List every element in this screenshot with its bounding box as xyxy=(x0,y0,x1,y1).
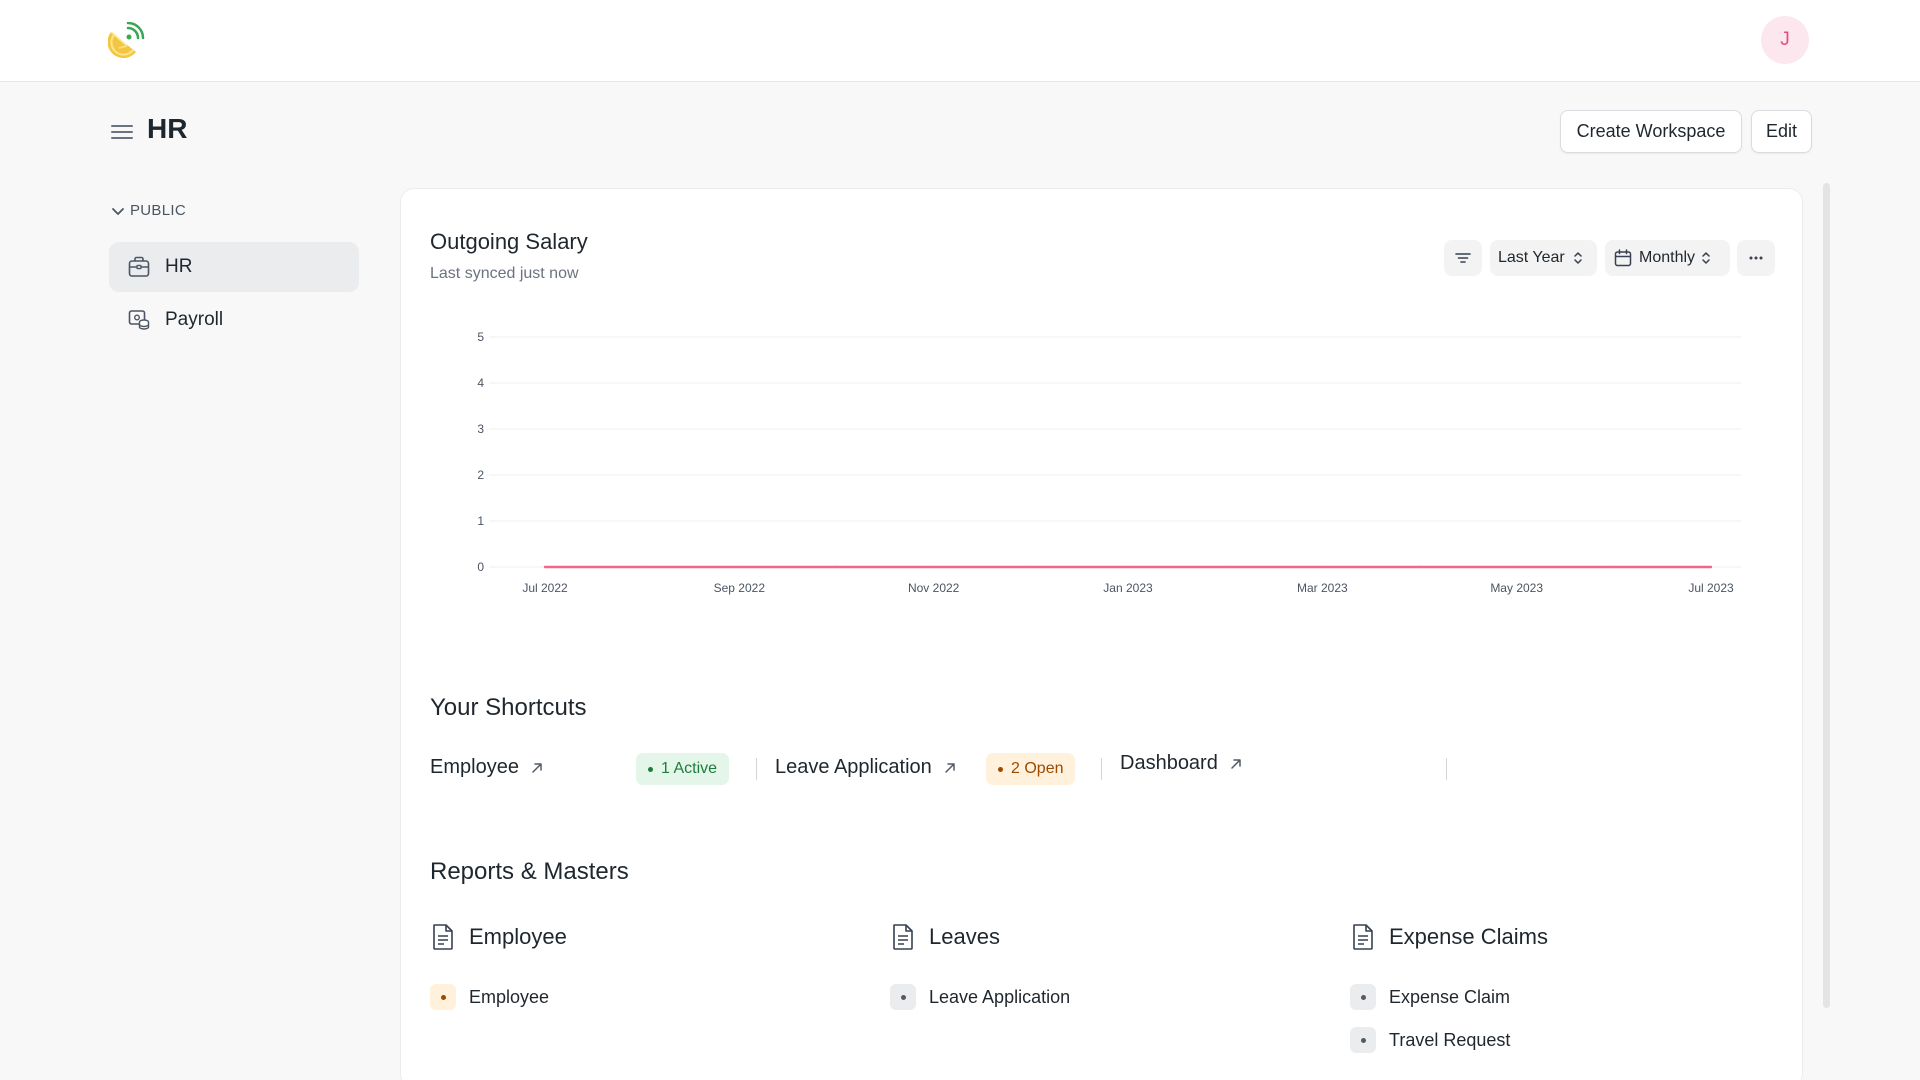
report-group-title: Expense Claims xyxy=(1389,924,1548,949)
data-point xyxy=(932,565,935,569)
data-point xyxy=(1223,565,1227,569)
reports-title: Reports & Masters xyxy=(430,858,629,885)
shortcut-divider xyxy=(1101,758,1102,780)
y-tick-label: 1 xyxy=(477,514,484,528)
badge-dot xyxy=(648,766,653,772)
badge-label: 2 Open xyxy=(1011,760,1064,777)
x-tick-label: May 2023 xyxy=(1490,581,1543,595)
data-point xyxy=(543,565,547,569)
data-point xyxy=(1709,565,1713,569)
report-group-title: Leaves xyxy=(929,924,1000,949)
report-link-label: Employee xyxy=(469,986,550,1007)
badge-label: 1 Active xyxy=(661,760,718,777)
y-tick-label: 3 xyxy=(477,422,484,436)
report-link-travel-request[interactable]: Travel Request xyxy=(1350,1027,1510,1053)
status-badge: 1 Active xyxy=(636,753,730,785)
data-point xyxy=(835,565,838,569)
y-tick-label: 2 xyxy=(477,468,484,482)
report-link-employee[interactable]: Employee xyxy=(430,984,549,1010)
report-link-leave-application[interactable]: Leave Application xyxy=(890,984,1070,1010)
arrow-up-right-icon xyxy=(1231,758,1241,769)
create-workspace-button[interactable]: Create Workspace xyxy=(1560,110,1742,153)
shortcut-label: Employee xyxy=(430,756,519,778)
arrow-up-right-icon xyxy=(945,762,955,773)
document-icon xyxy=(1353,924,1373,950)
report-link-expense-claim[interactable]: Expense Claim xyxy=(1350,984,1510,1010)
page-scrollbar[interactable] xyxy=(1823,183,1830,1008)
link-bullet xyxy=(430,984,456,1010)
sidebar-section-toggle[interactable]: PUBLIC xyxy=(110,202,186,219)
shortcuts-title: Your Shortcuts xyxy=(430,694,587,721)
x-tick-label: Nov 2022 xyxy=(908,581,960,595)
workspace-card: Outgoing Salary Last synced just now Las… xyxy=(400,188,1803,1080)
hamburger-menu-icon[interactable] xyxy=(110,120,134,144)
report-link-label: Leave Application xyxy=(929,986,1071,1007)
y-tick-label: 4 xyxy=(477,376,484,390)
lemon-logo-icon[interactable] xyxy=(108,22,146,60)
document-icon xyxy=(433,924,453,950)
shortcut-divider xyxy=(1446,758,1447,780)
shortcut-leave-application[interactable]: Leave Application xyxy=(775,756,958,779)
link-bullet xyxy=(890,984,916,1010)
link-bullet xyxy=(1350,984,1376,1010)
navbar: J xyxy=(0,0,1920,82)
briefcase-icon xyxy=(128,256,150,277)
shortcut-dashboard[interactable]: Dashboard xyxy=(1120,752,1244,775)
data-point xyxy=(1126,565,1130,569)
report-link-label: Expense Claim xyxy=(1389,986,1511,1007)
sidebar-item-label: HR xyxy=(165,256,193,277)
data-point xyxy=(1515,565,1518,569)
edit-button[interactable]: Edit xyxy=(1751,110,1812,153)
report-group-expense-claims: Expense Claims xyxy=(1350,923,1548,951)
sidebar-item-hr[interactable]: HR xyxy=(109,242,359,292)
data-point xyxy=(1029,565,1033,569)
data-point xyxy=(738,565,741,569)
report-link-label: Travel Request xyxy=(1389,1029,1511,1050)
report-group-employee: Employee xyxy=(430,923,567,951)
badge-dot xyxy=(998,766,1003,772)
link-bullet xyxy=(1350,1027,1376,1053)
x-tick-label: Jul 2023 xyxy=(1688,581,1734,595)
payroll-icon xyxy=(128,310,150,330)
page-title: HR xyxy=(147,113,188,144)
document-icon xyxy=(893,924,913,950)
data-point xyxy=(640,565,644,569)
sidebar-section-label: PUBLIC xyxy=(130,202,186,219)
arrow-up-right-icon xyxy=(532,762,542,773)
data-point xyxy=(1612,565,1616,569)
chevron-down-icon xyxy=(112,207,124,215)
y-tick-label: 0 xyxy=(477,560,484,574)
sidebar-item-payroll[interactable]: Payroll xyxy=(109,295,359,345)
shortcut-divider xyxy=(756,758,757,780)
x-tick-label: Sep 2022 xyxy=(714,581,766,595)
shortcut-label: Dashboard xyxy=(1120,752,1218,774)
sidebar-item-label: Payroll xyxy=(165,309,224,330)
shortcut-label: Leave Application xyxy=(775,756,932,778)
status-badge: 2 Open xyxy=(986,753,1076,785)
data-point xyxy=(1321,565,1324,569)
user-avatar[interactable]: J xyxy=(1761,16,1809,64)
report-group-title: Employee xyxy=(469,924,567,949)
shortcut-employee[interactable]: Employee xyxy=(430,756,545,779)
outgoing-salary-chart: 0 1 2 3 4 5 Jul 2022 Sep 2022 Nov 2022 Jan 2023 Ma… xyxy=(477,330,1741,595)
x-tick-label: Mar 2023 xyxy=(1297,581,1348,595)
report-group-leaves: Leaves xyxy=(890,923,1000,951)
data-point xyxy=(1418,565,1421,569)
y-tick-label: 5 xyxy=(477,330,484,344)
x-tick-label: Jul 2022 xyxy=(522,581,568,595)
x-tick-label: Jan 2023 xyxy=(1103,581,1153,595)
